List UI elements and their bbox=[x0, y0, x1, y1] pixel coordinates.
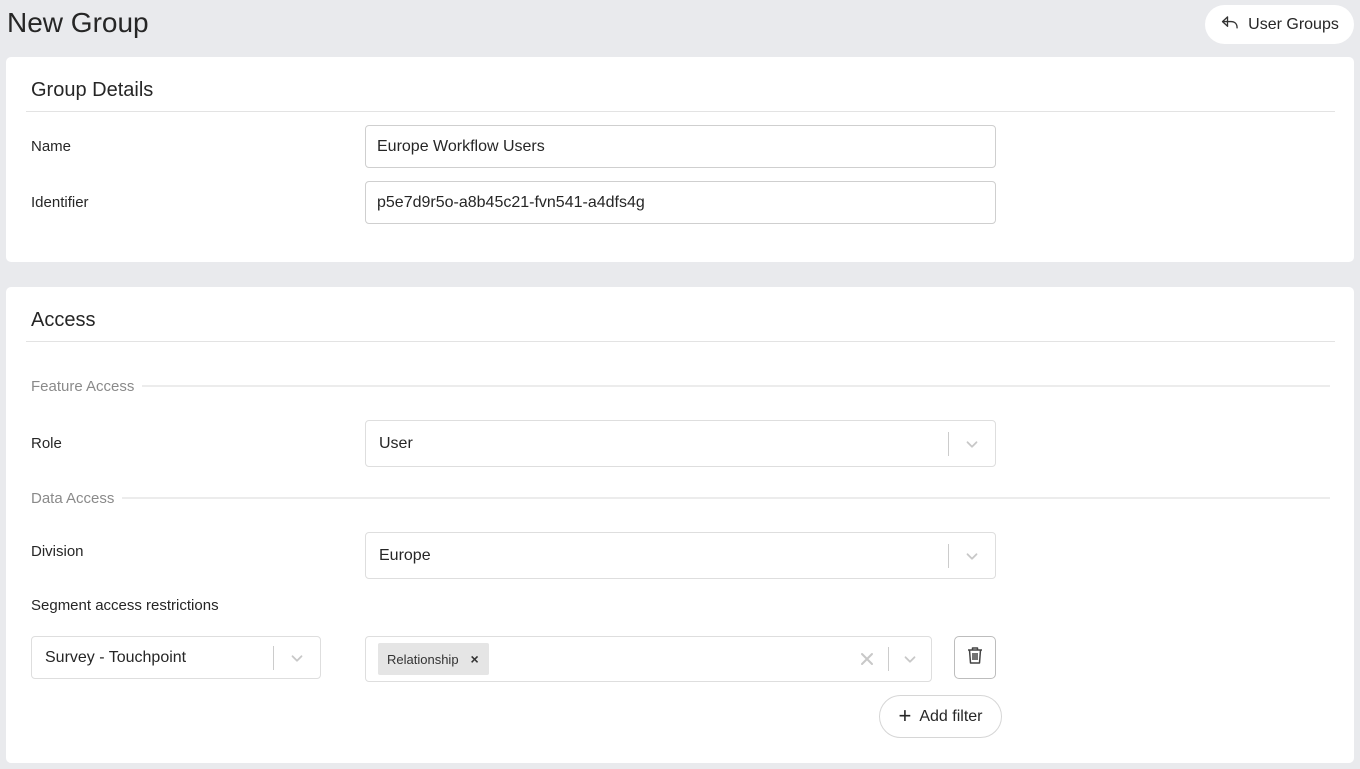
segment-restrictions-label: Segment access restrictions bbox=[31, 597, 219, 614]
chevron-down-icon[interactable] bbox=[949, 547, 995, 565]
division-select-value: Europe bbox=[379, 546, 431, 564]
identifier-label: Identifier bbox=[31, 194, 89, 211]
clear-icon[interactable] bbox=[846, 652, 888, 666]
group-details-card: Group Details Name Europe Workflow Users… bbox=[6, 57, 1354, 262]
feature-access-heading: Feature Access bbox=[31, 376, 1330, 396]
feature-access-label: Feature Access bbox=[31, 377, 135, 395]
access-title: Access bbox=[31, 309, 96, 331]
data-access-rule bbox=[122, 497, 1330, 499]
segment-tag: Relationship × bbox=[378, 643, 489, 675]
remove-tag-icon[interactable]: × bbox=[471, 651, 479, 667]
user-groups-back-button[interactable]: User Groups bbox=[1205, 5, 1354, 44]
user-groups-back-label: User Groups bbox=[1248, 15, 1339, 33]
data-access-heading: Data Access bbox=[31, 488, 1330, 508]
segment-field-select[interactable]: Survey - Touchpoint bbox=[31, 636, 321, 679]
feature-access-rule bbox=[142, 385, 1330, 387]
name-label: Name bbox=[31, 138, 72, 155]
group-details-divider bbox=[26, 111, 1335, 112]
chevron-down-icon[interactable] bbox=[949, 435, 995, 453]
group-details-title: Group Details bbox=[31, 79, 154, 101]
segment-field-value: Survey - Touchpoint bbox=[45, 648, 187, 666]
identifier-input[interactable]: p5e7d9r5o-a8b45c21-fvn541-a4dfs4g bbox=[365, 181, 996, 224]
division-label: Division bbox=[31, 543, 84, 560]
reply-arrow-icon bbox=[1220, 12, 1240, 37]
access-card: Access Feature Access Role User Data Acc… bbox=[6, 287, 1354, 763]
trash-icon bbox=[965, 645, 985, 670]
add-filter-label: Add filter bbox=[919, 707, 983, 725]
name-input[interactable]: Europe Workflow Users bbox=[365, 125, 996, 168]
add-filter-button[interactable]: + Add filter bbox=[879, 695, 1002, 738]
plus-icon: + bbox=[898, 702, 912, 728]
role-select-value: User bbox=[379, 434, 413, 452]
chevron-down-icon[interactable] bbox=[889, 650, 931, 668]
segment-values-multiselect[interactable]: Relationship × bbox=[365, 636, 932, 682]
data-access-label: Data Access bbox=[31, 489, 115, 507]
chevron-down-icon[interactable] bbox=[274, 649, 320, 667]
role-select[interactable]: User bbox=[365, 420, 996, 467]
role-label: Role bbox=[31, 435, 62, 452]
access-divider bbox=[26, 341, 1335, 342]
page-title: New Group bbox=[7, 7, 149, 38]
division-select[interactable]: Europe bbox=[365, 532, 996, 579]
segment-tag-label: Relationship bbox=[387, 651, 459, 667]
delete-filter-button[interactable] bbox=[954, 636, 996, 679]
